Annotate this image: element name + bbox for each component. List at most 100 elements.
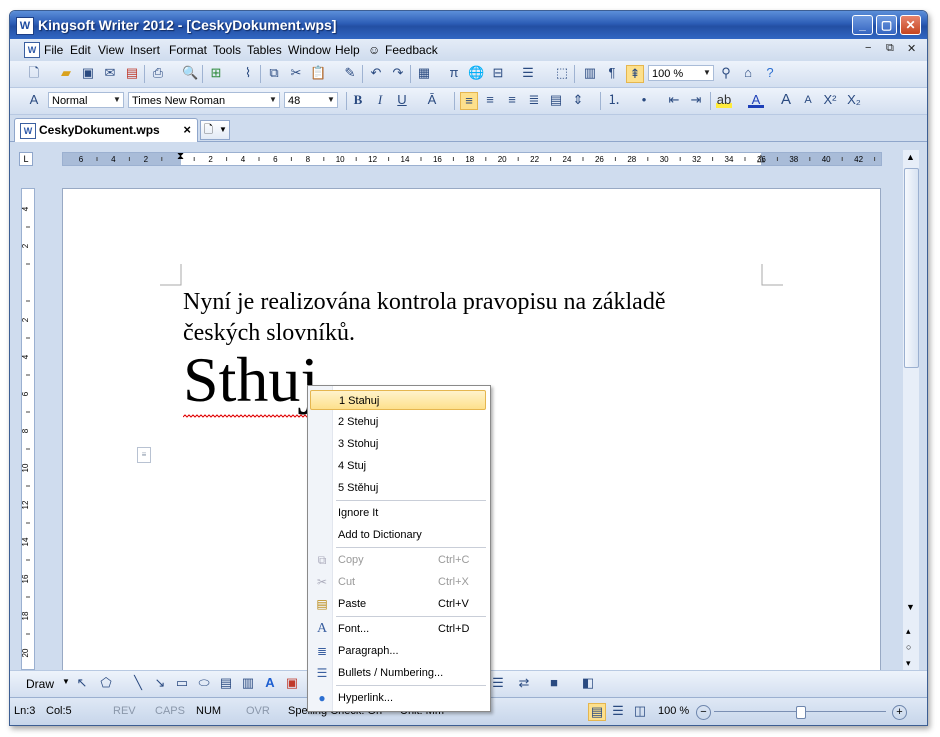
paste-icon[interactable]: 📋	[310, 65, 326, 81]
menu-file[interactable]: File	[44, 43, 63, 57]
wordart-icon[interactable]: A	[262, 675, 278, 691]
menu-format[interactable]: Format	[169, 43, 207, 57]
redo-icon[interactable]: ↷	[390, 65, 406, 81]
print-icon[interactable]: ⎙	[150, 65, 166, 81]
dash-style-icon[interactable]: ⇄	[516, 675, 532, 691]
bullets-numbering-item[interactable]: ☰ Bullets / Numbering...	[310, 663, 486, 683]
vertical-scrollbar[interactable]: ▲ ▼ ▴ ○ ▾	[903, 150, 919, 670]
grow-font-icon[interactable]: A	[778, 92, 794, 108]
textbox-icon[interactable]: ▤	[218, 675, 234, 691]
status-ovr[interactable]: OVR	[246, 705, 270, 717]
title-bar[interactable]: W Kingsoft Writer 2012 - [CeskyDokument.…	[10, 11, 927, 39]
char-spacing-icon[interactable]: Ā	[424, 92, 440, 108]
open-icon[interactable]: ▰	[58, 65, 74, 81]
horizontal-ruler[interactable]: 6 4 2 2 4 6 8 10 12 14 16 18 20 22 24 26 28 30 32 34 36 38 40 4…	[62, 151, 882, 166]
select-objects-icon[interactable]: ↖	[74, 675, 90, 691]
pdf-icon[interactable]: ▤	[124, 65, 140, 81]
hyperlink-item[interactable]: ● Hyperlink...	[310, 688, 486, 708]
scroll-down-icon[interactable]: ▼	[906, 602, 915, 612]
align-left-icon[interactable]: ≡	[460, 92, 478, 110]
format-painter-icon[interactable]: ⌇	[240, 65, 256, 81]
shadow-icon[interactable]: ■	[546, 675, 562, 691]
highlight-icon[interactable]: ab	[716, 92, 732, 108]
3d-icon[interactable]: ◧	[580, 675, 596, 691]
line-icon[interactable]: ╲	[130, 675, 146, 691]
minimize-button[interactable]: _	[852, 15, 873, 35]
copy-item[interactable]: ⧉ Copy Ctrl+C	[310, 550, 486, 570]
suggestion-2[interactable]: 2 Stehuj	[310, 412, 486, 432]
shrink-font-icon[interactable]: A	[800, 92, 816, 108]
paste-item[interactable]: ▤ Paste Ctrl+V	[310, 594, 486, 614]
prev-page-icon[interactable]: ▴	[906, 626, 911, 637]
menu-edit[interactable]: Edit	[70, 43, 91, 57]
chevron-down-icon[interactable]: ▼	[325, 93, 337, 107]
tab-close-icon[interactable]: ×	[183, 122, 191, 137]
app-icon[interactable]: W	[16, 17, 34, 35]
clipart-icon[interactable]: ▣	[284, 675, 300, 691]
suggestion-1[interactable]: 1 Stahuj	[310, 390, 486, 410]
new-tab-button[interactable]: 🗋 ▼	[200, 120, 230, 140]
justify-icon[interactable]: ≣	[526, 92, 542, 108]
font-combo[interactable]: Times New Roman ▼	[128, 92, 280, 108]
show-marks-icon[interactable]: ¶	[604, 65, 620, 81]
doc-restore-button[interactable]: ⧉	[886, 42, 894, 55]
align-right-icon[interactable]: ≡	[504, 92, 520, 108]
cut-item[interactable]: ✂ Cut Ctrl+X	[310, 572, 486, 592]
menu-feedback[interactable]: Feedback	[385, 43, 438, 57]
drawing-icon[interactable]: ⬚	[554, 65, 570, 81]
menu-view[interactable]: View	[98, 43, 124, 57]
underline-icon[interactable]: U	[394, 92, 410, 108]
menu-tools[interactable]: Tools	[213, 43, 241, 57]
menu-tables[interactable]: Tables	[247, 43, 282, 57]
zoom-combo[interactable]: 100 % ▼	[648, 65, 714, 81]
draw-menu-button[interactable]: Draw	[26, 677, 54, 691]
paragraph-item[interactable]: ≣ Paragraph...	[310, 641, 486, 661]
indent-marker-icon[interactable]: ⧗	[177, 151, 184, 162]
document-paragraph[interactable]: Nyní je realizována kontrola pravopisu n…	[183, 287, 763, 349]
close-button[interactable]: ✕	[900, 15, 921, 35]
menu-help[interactable]: Help	[335, 43, 360, 57]
home-icon[interactable]: ⌂	[740, 65, 756, 81]
browse-object-icon[interactable]: ○	[906, 642, 911, 652]
subscript-icon[interactable]: X₂	[846, 92, 862, 108]
vertical-ruler[interactable]: 4 2 2 4 6 8 10 12 14 16 18 20	[21, 188, 35, 670]
new-icon[interactable]: 🗋	[26, 65, 42, 81]
suggestion-4[interactable]: 4 Stuj	[310, 456, 486, 476]
undo-icon[interactable]: ↶	[368, 65, 384, 81]
cut-icon[interactable]: ✂	[288, 65, 304, 81]
menu-insert[interactable]: Insert	[130, 43, 160, 57]
document-map-icon[interactable]: ▥	[582, 65, 598, 81]
style-combo[interactable]: Normal ▼	[48, 92, 124, 108]
distribute-icon[interactable]: ▤	[548, 92, 564, 108]
rectangle-icon[interactable]: ▭	[174, 675, 190, 691]
suggestion-5[interactable]: 5 Stěhuj	[310, 478, 486, 498]
page-view-icon[interactable]: ▤	[588, 703, 606, 721]
right-indent-marker-icon[interactable]: △	[757, 153, 765, 164]
chevron-down-icon[interactable]: ▼	[219, 121, 227, 139]
arrow-icon[interactable]: ↘	[152, 675, 168, 691]
menu-window[interactable]: Window	[288, 43, 331, 57]
styles-icon[interactable]: A	[26, 92, 42, 108]
suggestion-3[interactable]: 3 Stohuj	[310, 434, 486, 454]
autoshapes-icon[interactable]: ⬠	[98, 675, 114, 691]
decrease-indent-icon[interactable]: ⇤	[666, 92, 682, 108]
chevron-down-icon[interactable]: ▼	[111, 93, 123, 107]
add-to-dictionary-item[interactable]: Add to Dictionary	[310, 525, 486, 545]
numbering-icon[interactable]: ⒈	[606, 92, 622, 108]
layout-icon[interactable]: ⇞	[626, 65, 644, 83]
table-icon[interactable]: ▦	[416, 65, 432, 81]
chevron-down-icon[interactable]: ▼	[267, 93, 279, 107]
find-icon[interactable]: ⚲	[718, 65, 734, 81]
line-style-icon[interactable]: ☰	[490, 675, 506, 691]
superscript-icon[interactable]: X²	[822, 92, 838, 108]
zoom-out-icon[interactable]: −	[696, 705, 711, 720]
tab-stop-selector[interactable]: L	[19, 152, 33, 166]
chevron-down-icon[interactable]: ▼	[62, 677, 70, 686]
insert-object-icon[interactable]: ⊞	[208, 65, 224, 81]
align-center-icon[interactable]: ≡	[482, 92, 498, 108]
doc-close-button[interactable]: ✕	[907, 42, 916, 55]
scrollbar-thumb[interactable]	[904, 168, 919, 368]
italic-icon[interactable]: I	[372, 92, 388, 108]
clear-format-icon[interactable]: ✎	[342, 65, 358, 81]
maximize-button[interactable]: ▢	[876, 15, 897, 35]
